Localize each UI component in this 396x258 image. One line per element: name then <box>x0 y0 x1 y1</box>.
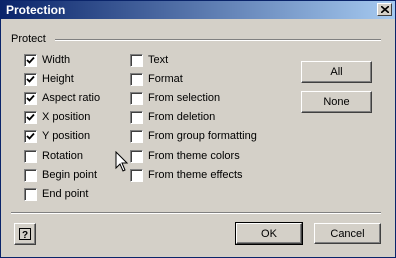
checkbox-box[interactable] <box>24 168 37 182</box>
checkbox-from-selection[interactable]: From selection <box>130 91 220 105</box>
checkbox-box[interactable] <box>24 91 37 105</box>
title-bar[interactable]: Protection <box>1 1 395 19</box>
checkbox-begin-point[interactable]: Begin point <box>24 168 97 182</box>
checkbox-height[interactable]: Height <box>24 72 74 86</box>
close-icon <box>380 6 389 13</box>
checkbox-box[interactable] <box>24 53 37 67</box>
checkbox-label: From theme colors <box>148 150 240 162</box>
checkbox-label: Aspect ratio <box>42 92 101 104</box>
ok-button[interactable]: OK <box>235 222 303 245</box>
checkmark-icon <box>26 132 35 140</box>
checkbox-box[interactable] <box>24 72 37 86</box>
checkbox-width[interactable]: Width <box>24 53 70 67</box>
checkbox-box[interactable] <box>24 110 37 124</box>
all-button[interactable]: All <box>301 61 372 83</box>
checkbox-from-theme-effects[interactable]: From theme effects <box>130 168 243 182</box>
checkbox-label: Rotation <box>42 150 83 162</box>
checkbox-aspect-ratio[interactable]: Aspect ratio <box>24 91 100 105</box>
checkbox-box[interactable] <box>130 72 143 86</box>
checkbox-box[interactable] <box>130 149 143 163</box>
checkbox-label: From group formatting <box>148 130 257 142</box>
checkbox-end-point[interactable]: End point <box>24 187 88 201</box>
checkbox-box[interactable] <box>130 110 143 124</box>
checkbox-label: Text <box>148 54 169 66</box>
checkbox-box[interactable] <box>24 187 37 201</box>
dialog-title: Protection <box>6 3 66 17</box>
mouse-pointer-icon <box>115 151 129 172</box>
checkbox-label: Format <box>148 73 183 85</box>
checkbox-from-group-formatting[interactable]: From group formatting <box>130 129 257 143</box>
none-button[interactable]: None <box>301 91 372 113</box>
close-button[interactable] <box>377 3 392 16</box>
protect-group-label: Protect <box>11 33 46 45</box>
checkbox-label: From deletion <box>148 111 216 123</box>
checkbox-box[interactable] <box>130 53 143 67</box>
checkbox-format[interactable]: Format <box>130 72 183 86</box>
checkbox-box[interactable] <box>24 149 37 163</box>
cancel-button[interactable]: Cancel <box>314 223 381 244</box>
checkbox-label: Y position <box>42 130 91 142</box>
checkbox-label: Begin point <box>42 169 98 181</box>
checkbox-label: End point <box>42 188 89 200</box>
svg-text:?: ? <box>22 230 28 241</box>
checkmark-icon <box>26 94 35 102</box>
protection-dialog: Protection Protect Width Height Aspect r… <box>0 0 396 258</box>
checkbox-box[interactable] <box>130 129 143 143</box>
checkmark-icon <box>26 75 35 83</box>
checkbox-box[interactable] <box>130 168 143 182</box>
checkbox-label: Width <box>42 54 71 66</box>
checkbox-label: From selection <box>148 92 221 104</box>
checkbox-y-position[interactable]: Y position <box>24 129 90 143</box>
footer-divider <box>11 212 381 214</box>
checkbox-label: X position <box>42 111 91 123</box>
checkbox-text[interactable]: Text <box>130 53 168 67</box>
checkbox-rotation[interactable]: Rotation <box>24 149 83 163</box>
checkmark-icon <box>26 56 35 64</box>
help-button[interactable]: ? <box>14 223 36 245</box>
help-icon: ? <box>19 228 31 241</box>
checkbox-label: From theme effects <box>148 169 243 181</box>
checkmark-icon <box>26 113 35 121</box>
checkbox-label: Height <box>42 73 74 85</box>
checkbox-from-theme-colors[interactable]: From theme colors <box>130 149 240 163</box>
checkbox-box[interactable] <box>24 129 37 143</box>
protect-group-divider <box>55 39 381 41</box>
checkbox-x-position[interactable]: X position <box>24 110 90 124</box>
checkbox-from-deletion[interactable]: From deletion <box>130 110 215 124</box>
checkbox-box[interactable] <box>130 91 143 105</box>
